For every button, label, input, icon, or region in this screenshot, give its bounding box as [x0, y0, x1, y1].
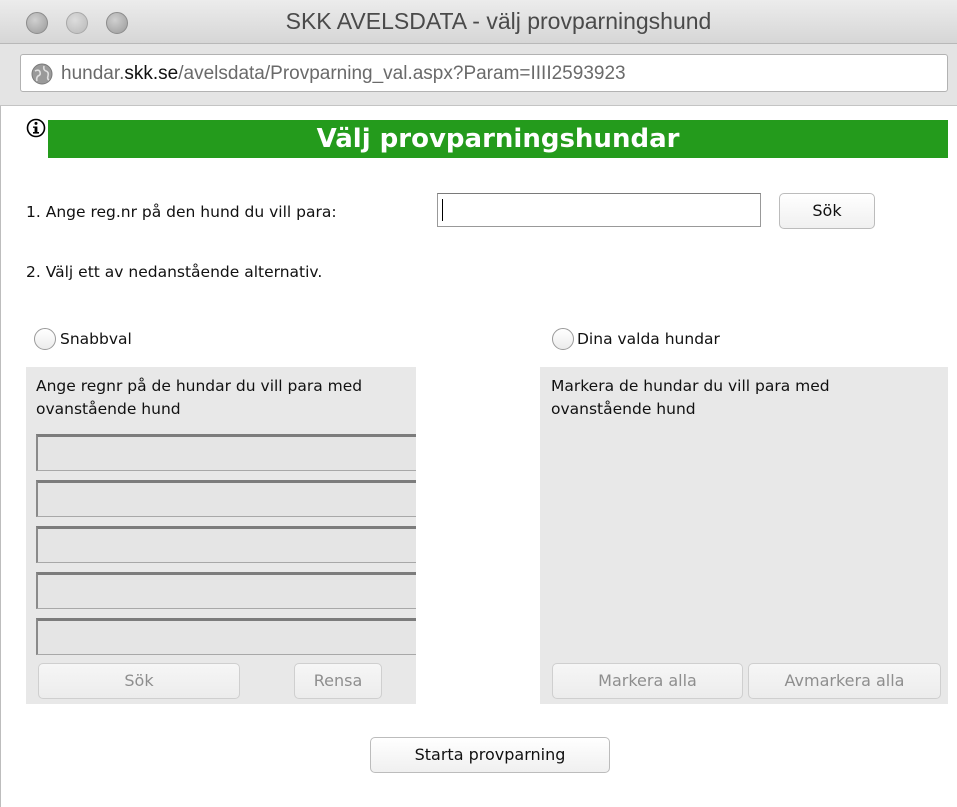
quick-select-instruction: Ange regnr på de hundar du vill para med… [36, 377, 363, 418]
chosen-dogs-panel: Markera de hundar du vill para med ovans… [540, 367, 948, 704]
quick-select-label[interactable]: Snabbval [60, 330, 132, 348]
chosen-dogs-label[interactable]: Dina valda hundar [577, 330, 720, 348]
page-title: Välj provparningshundar [48, 120, 948, 158]
window-left-border [0, 106, 1, 807]
address-bar: hundar.skk.se/avelsdata/Provparning_val.… [0, 44, 957, 106]
url-field[interactable]: hundar.skk.se/avelsdata/Provparning_val.… [20, 54, 948, 92]
chosen-dogs-instruction: Markera de hundar du vill para med ovans… [551, 377, 830, 418]
globe-icon [31, 63, 53, 85]
dog-regnr-input-3[interactable] [36, 526, 416, 563]
step1-label: 1. Ange reg.nr på den hund du vill para: [26, 203, 337, 221]
window-title: SKK AVELSDATA - välj provparningshund [285, 8, 712, 34]
deselect-all-button[interactable]: Avmarkera alla [748, 663, 941, 699]
quick-select-panel: Ange regnr på de hundar du vill para med… [26, 367, 416, 704]
search-button[interactable]: Sök [779, 193, 875, 229]
url-domain: skk.se [124, 63, 179, 84]
chosen-dogs-radio[interactable] [552, 328, 574, 350]
dog-regnr-input-5[interactable] [36, 618, 416, 655]
start-test-mating-button[interactable]: Starta provparning [370, 737, 610, 773]
reg-nr-input[interactable] [437, 193, 761, 227]
text-caret [442, 199, 443, 221]
url-prefix: hundar. [61, 63, 125, 84]
clear-button[interactable]: Rensa [294, 663, 382, 699]
window-titlebar: SKK AVELSDATA - välj provparningshund [0, 0, 957, 44]
dog-regnr-input-2[interactable] [36, 480, 416, 517]
info-icon[interactable] [26, 118, 46, 138]
url-text: hundar.skk.se/avelsdata/Provparning_val.… [61, 63, 626, 85]
url-path: /avelsdata/Provparning_val.aspx?Param=II… [178, 63, 626, 84]
quick-search-button[interactable]: Sök [38, 663, 240, 699]
quick-select-radio[interactable] [34, 328, 56, 350]
select-all-button[interactable]: Markera alla [552, 663, 743, 699]
step2-label: 2. Välj ett av nedanstående alternativ. [26, 263, 323, 281]
dog-regnr-input-4[interactable] [36, 572, 416, 609]
dog-regnr-input-1[interactable] [36, 434, 416, 471]
